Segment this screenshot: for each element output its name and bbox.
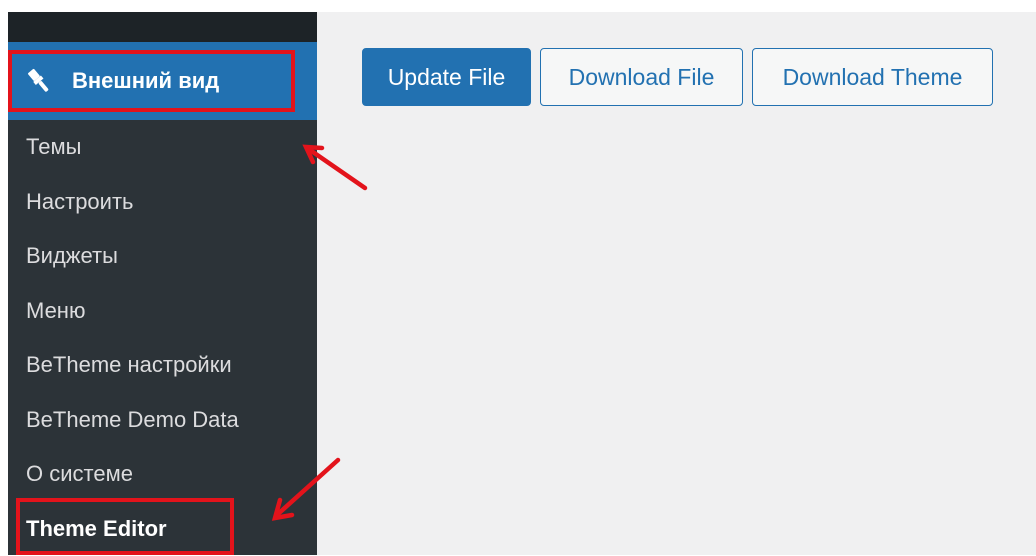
submenu-item-about-system[interactable]: О системе xyxy=(8,447,317,502)
highlight-box-theme-editor xyxy=(16,498,234,555)
highlight-box-appearance xyxy=(8,50,295,112)
submenu-item-widgets[interactable]: Виджеты xyxy=(8,229,317,284)
submenu-item-customize[interactable]: Настроить xyxy=(8,175,317,230)
download-file-button[interactable]: Download File xyxy=(540,48,743,106)
submenu-item-betheme-demo-data[interactable]: BeTheme Demo Data xyxy=(8,393,317,448)
update-file-button[interactable]: Update File xyxy=(362,48,531,106)
submenu-item-menus[interactable]: Меню xyxy=(8,284,317,339)
sidebar-top-bar xyxy=(8,12,317,42)
download-theme-button[interactable]: Download Theme xyxy=(752,48,993,106)
main-content: Update File Download File Download Theme xyxy=(317,12,1036,555)
submenu-item-betheme-settings[interactable]: BeTheme настройки xyxy=(8,338,317,393)
appearance-submenu: Темы Настроить Виджеты Меню BeTheme наст… xyxy=(8,120,317,556)
submenu-item-themes[interactable]: Темы xyxy=(8,120,317,175)
